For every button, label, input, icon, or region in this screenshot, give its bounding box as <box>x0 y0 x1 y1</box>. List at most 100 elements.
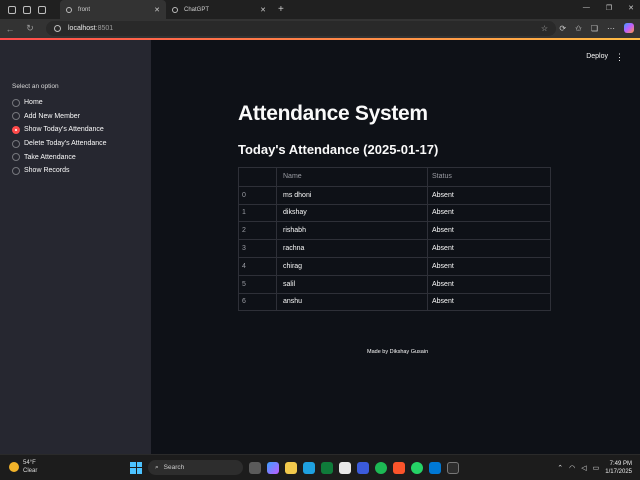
weather-widget[interactable]: 54°F Clear <box>9 459 37 475</box>
code-app-icon[interactable] <box>357 461 369 474</box>
sidebar-label: Select an option <box>12 83 59 90</box>
radio-selected-icon[interactable] <box>12 125 20 134</box>
whatsapp-icon[interactable] <box>411 461 423 474</box>
close-window-icon[interactable]: ✕ <box>628 4 634 12</box>
weather-text: 54°F Clear <box>23 459 37 475</box>
column-header-status[interactable]: Status <box>428 168 550 186</box>
edge-icon[interactable] <box>303 461 315 474</box>
weather-desc: Clear <box>23 468 38 474</box>
clock-time: 7:49 PM <box>609 461 632 467</box>
wifi-icon[interactable]: ◠ <box>569 464 575 472</box>
file-explorer-icon[interactable] <box>285 461 297 474</box>
cell-name[interactable]: anshu <box>277 293 428 311</box>
cell-status[interactable]: Absent <box>428 258 550 275</box>
tab-label: ChatGPT <box>184 6 210 13</box>
clock[interactable]: 7:49 PM 1/17/2025 <box>605 460 632 476</box>
calendar-icon[interactable] <box>339 461 351 474</box>
back-icon[interactable]: ← <box>0 24 20 34</box>
table-header-row: Name Status <box>239 168 550 186</box>
close-tab-icon[interactable]: ✕ <box>154 6 160 14</box>
url-input[interactable]: localhost:8501 ☆ <box>46 21 556 36</box>
spotify-icon[interactable] <box>375 461 387 474</box>
terminal-icon[interactable] <box>447 461 459 474</box>
cell-name[interactable]: rishabh <box>277 222 428 240</box>
brave-icon[interactable] <box>393 461 405 474</box>
radio-circle-icon[interactable] <box>12 98 20 107</box>
cell-name[interactable]: salil <box>277 275 428 293</box>
tab-actions-icon[interactable] <box>38 5 46 14</box>
new-tab-icon[interactable]: + <box>278 4 284 15</box>
workspaces-icon[interactable] <box>23 5 31 14</box>
cell-name[interactable]: ms dhoni <box>277 186 428 204</box>
more-icon[interactable]: ⋯ <box>607 24 615 33</box>
favorites-icon[interactable]: ✩ <box>575 24 582 33</box>
radio-option-show-records[interactable]: Show Records <box>12 164 107 178</box>
browser-tab-chatgpt[interactable]: ChatGPT ✕ <box>166 0 272 19</box>
minimize-icon[interactable]: — <box>583 4 590 12</box>
cell-status[interactable]: Absent <box>428 294 550 311</box>
browser-toolbar-icons: ⟳ ✩ ❏ ⋯ <box>559 23 634 33</box>
radio-circle-icon[interactable] <box>12 166 20 175</box>
column-header-index[interactable] <box>239 168 277 186</box>
deploy-button[interactable]: Deploy <box>586 53 608 60</box>
main-content: Deploy ⋮ Attendance System Today's Atten… <box>151 40 640 454</box>
search-icon: ⌕ <box>155 463 159 471</box>
battery-icon[interactable]: ▭ <box>593 464 600 472</box>
vscode-icon[interactable] <box>429 461 441 474</box>
cell-name[interactable]: rachna <box>277 240 428 257</box>
taskbar-search[interactable]: ⌕ Search <box>148 460 243 475</box>
volume-icon[interactable]: ◁ <box>581 464 586 472</box>
profile-icon[interactable] <box>8 5 16 14</box>
radio-circle-icon[interactable] <box>12 153 20 162</box>
radio-circle-icon[interactable] <box>12 112 20 121</box>
row-index: 6 <box>239 293 277 311</box>
cell-name[interactable]: dikshay <box>277 204 428 222</box>
attendance-table[interactable]: Name Status 0 ms dhoni Absent 1 dikshay … <box>238 167 551 312</box>
task-view-icon[interactable] <box>249 461 261 474</box>
url-port: :8501 <box>95 25 114 32</box>
browser-tab-bar: front ✕ ChatGPT ✕ + — ❐ ✕ <box>0 0 640 19</box>
radio-option-add-new-member[interactable]: Add New Member <box>12 110 107 124</box>
row-index: 1 <box>239 204 277 222</box>
weather-temp: 54°F <box>23 460 36 466</box>
site-info-icon[interactable] <box>54 25 61 32</box>
radio-option-show-todays-attendance[interactable]: Show Today's Attendance <box>12 123 107 137</box>
collections-icon[interactable]: ❏ <box>591 24 598 33</box>
cell-status[interactable]: Absent <box>428 222 550 239</box>
cell-name[interactable]: chirag <box>277 257 428 275</box>
cell-status[interactable]: Absent <box>428 276 550 293</box>
radio-option-home[interactable]: Home <box>12 96 107 110</box>
search-label: Search <box>163 464 185 471</box>
radio-option-take-attendance[interactable]: Take Attendance <box>12 150 107 164</box>
start-icon[interactable] <box>130 461 142 474</box>
show-hidden-icons-icon[interactable]: ⌃ <box>557 464 563 472</box>
section-subtitle: Today's Attendance (2025-01-17) <box>238 142 439 157</box>
window-controls: — ❐ ✕ <box>583 4 634 12</box>
column-header-name[interactable]: Name <box>277 168 428 186</box>
refresh-icon[interactable]: ↻ <box>20 23 40 34</box>
table-row: 3 rachna Absent <box>239 239 550 257</box>
table-row: 2 rishabh Absent <box>239 221 550 240</box>
cell-status[interactable]: Absent <box>428 240 550 257</box>
tab-bar-icons <box>0 5 60 14</box>
close-tab-icon[interactable]: ✕ <box>260 6 266 14</box>
radio-circle-icon[interactable] <box>12 139 20 148</box>
maximize-icon[interactable]: ❐ <box>606 4 612 12</box>
cell-status[interactable]: Absent <box>428 187 550 204</box>
clock-date: 1/17/2025 <box>605 469 632 475</box>
url-host: localhost <box>68 25 96 32</box>
extensions-icon[interactable]: ⟳ <box>559 24 566 33</box>
table-row: 1 dikshay Absent <box>239 203 550 222</box>
cell-status[interactable]: Absent <box>428 205 550 222</box>
browser-tab-front[interactable]: front ✕ <box>60 0 166 19</box>
radio-option-delete-todays-attendance[interactable]: Delete Today's Attendance <box>12 137 107 151</box>
page-title: Attendance System <box>238 102 428 125</box>
tab-favicon-icon <box>66 6 72 13</box>
favorite-star-icon[interactable]: ☆ <box>541 24 548 33</box>
copilot-app-icon[interactable] <box>267 461 279 474</box>
tab-favicon-icon <box>172 6 178 13</box>
kebab-menu-icon[interactable]: ⋮ <box>615 52 624 63</box>
radio-label: Show Records <box>24 167 70 175</box>
copilot-icon[interactable] <box>624 23 634 33</box>
chrome-icon[interactable] <box>321 461 333 474</box>
